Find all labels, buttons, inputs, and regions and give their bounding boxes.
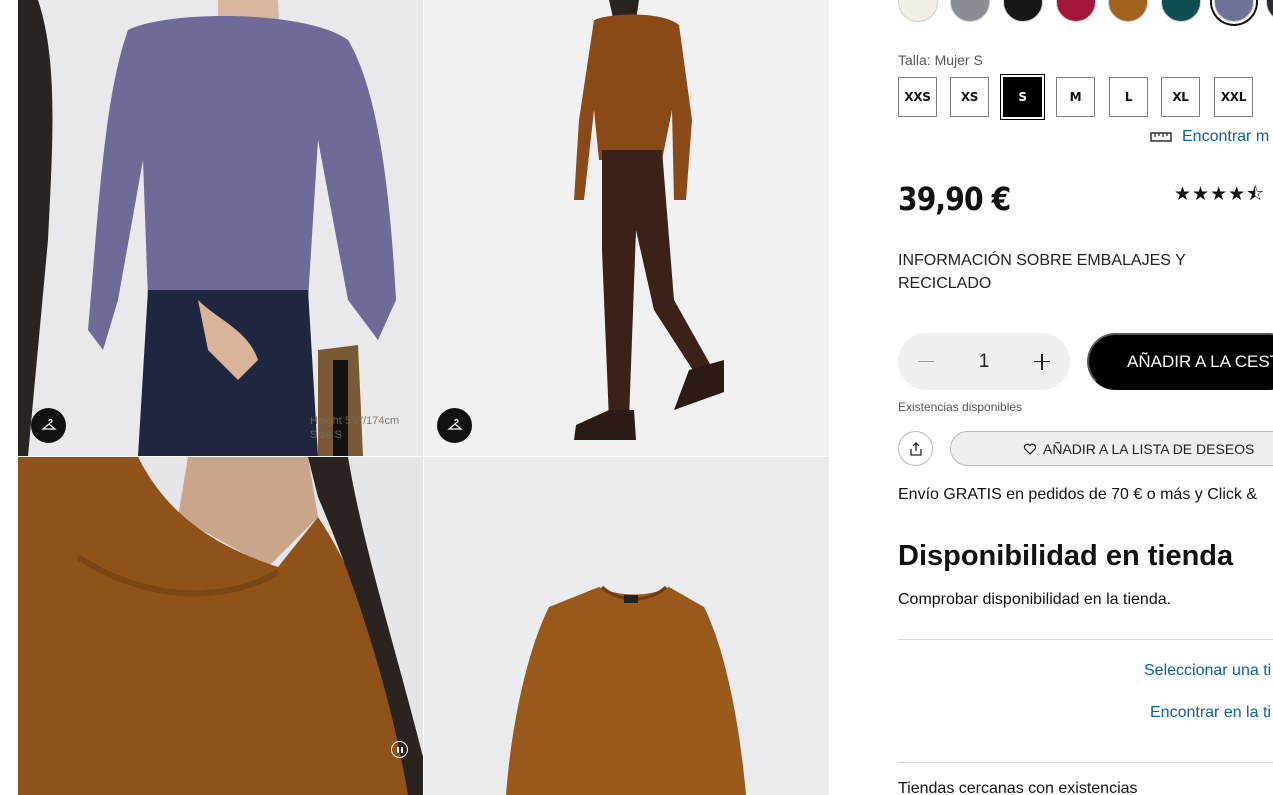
- product-image-gallery: Height 5'9"/174cm Size S: [18, 0, 829, 795]
- nearby-stores-heading[interactable]: Tiendas cercanas con existencias: [898, 780, 1138, 795]
- size-label: Talla: Mujer S: [898, 52, 983, 68]
- video-pause-button[interactable]: [391, 741, 408, 758]
- rating-stars[interactable]: ★★★★⯪: [1174, 180, 1265, 212]
- product-photo-detail-shoulder[interactable]: [18, 457, 423, 795]
- product-photo-flat-brown[interactable]: [424, 457, 829, 795]
- color-swatch-purple[interactable]: [1214, 0, 1254, 22]
- add-to-wishlist-button[interactable]: AÑADIR A LA LISTA DE DESEOS: [950, 431, 1273, 466]
- find-my-size-link[interactable]: Encontrar m: [1150, 128, 1269, 146]
- store-availability-description: Comprobar disponibilidad en la tienda.: [898, 591, 1172, 608]
- divider: [898, 639, 1273, 640]
- color-swatch-dark-green[interactable]: [1161, 0, 1201, 22]
- photo-illustration: [424, 0, 829, 456]
- color-swatch-wine[interactable]: [1056, 0, 1096, 22]
- hanger-icon: [446, 418, 463, 430]
- divider: [898, 762, 1273, 763]
- share-button[interactable]: [898, 431, 933, 466]
- size-option-s[interactable]: S: [1003, 77, 1042, 117]
- product-photo-model-brown-full[interactable]: [424, 0, 829, 456]
- color-swatch-brown[interactable]: [1108, 0, 1148, 22]
- stock-status: Existencias disponibles: [898, 400, 1023, 414]
- size-option-l[interactable]: L: [1109, 77, 1148, 117]
- heart-icon: [1023, 443, 1037, 455]
- add-to-cart-button[interactable]: AÑADIR A LA CESTA: [1087, 333, 1273, 390]
- quantity-stepper: 1: [898, 333, 1070, 390]
- share-icon: [909, 441, 922, 456]
- store-availability-title: Disponibilidad en tienda: [898, 540, 1234, 572]
- shipping-info: Envío GRATIS en pedidos de 70 € o más y …: [898, 486, 1257, 503]
- model-size-text: Size S: [310, 429, 342, 441]
- size-option-m[interactable]: M: [1056, 77, 1095, 117]
- photo-illustration: [424, 457, 829, 795]
- quantity-increase-button[interactable]: [1032, 352, 1052, 372]
- color-swatch-navy[interactable]: [1266, 0, 1273, 22]
- product-details-panel: Talla: Mujer S XXS XS S M L XL XXL Encon…: [898, 0, 1273, 795]
- color-swatch-gray[interactable]: [950, 0, 990, 22]
- pause-icon: [396, 746, 399, 753]
- quantity-value[interactable]: 1: [979, 351, 990, 373]
- product-photo-model-purple[interactable]: Height 5'9"/174cm Size S: [18, 0, 423, 456]
- find-in-store-link[interactable]: Encontrar en la ti: [1150, 704, 1271, 722]
- pause-icon: [400, 746, 403, 753]
- packaging-info-link[interactable]: INFORMACIÓN SOBRE EMBALAJES Y RECICLADO: [898, 249, 1218, 295]
- size-option-xxs[interactable]: XXS: [898, 77, 937, 117]
- photo-illustration: [18, 0, 423, 456]
- model-size-info: Height 5'9"/174cm Size S: [310, 414, 399, 442]
- size-option-xl[interactable]: XL: [1161, 77, 1200, 117]
- size-option-xxl[interactable]: XXL: [1214, 77, 1253, 117]
- ruler-icon: [1150, 132, 1172, 142]
- size-option-xs[interactable]: XS: [950, 77, 989, 117]
- photo-illustration: [18, 457, 423, 795]
- try-on-hanger-button[interactable]: [31, 408, 66, 443]
- try-on-hanger-button[interactable]: [437, 408, 472, 443]
- model-height-text: Height 5'9"/174cm: [310, 415, 400, 427]
- find-size-text: Encontrar m: [1182, 128, 1270, 145]
- color-swatch-off-white[interactable]: [898, 0, 938, 22]
- color-swatch-black[interactable]: [1003, 0, 1043, 22]
- quantity-decrease-button[interactable]: [916, 352, 936, 372]
- hanger-icon: [40, 418, 57, 430]
- select-store-link[interactable]: Seleccionar una ti: [1144, 662, 1271, 680]
- wishlist-label: AÑADIR A LA LISTA DE DESEOS: [1043, 440, 1255, 457]
- product-price: 39,90 €: [898, 180, 1011, 218]
